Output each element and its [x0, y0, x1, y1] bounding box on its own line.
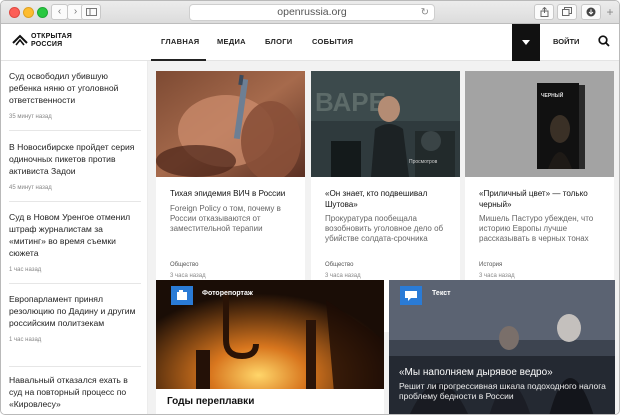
sidebar-icon — [85, 8, 97, 16]
menu-dropdown-button[interactable] — [512, 24, 540, 61]
news-title[interactable]: Суд освободил убившую ребенка няню от уг… — [9, 70, 139, 106]
feature-label: Текст — [432, 290, 451, 297]
chevron-left-icon: ‹ — [57, 6, 62, 17]
tabs-button[interactable] — [557, 4, 577, 20]
text-feature[interactable]: Текст «Мы наполняем дырявое ведро» Решит… — [389, 280, 615, 414]
article-time: 3 часа назад — [170, 273, 206, 279]
article-lead: Мишель Пастуро убежден, что историю Евро… — [479, 214, 594, 243]
news-time: 45 минут назад — [9, 185, 52, 191]
logo-text: ОТКРЫТАЯ РОССИЯ — [31, 33, 72, 49]
close-window-button[interactable] — [9, 7, 20, 18]
download-icon — [586, 7, 596, 17]
news-time: 35 минут назад — [9, 114, 52, 120]
search-icon[interactable] — [598, 35, 610, 47]
minimize-window-button[interactable] — [23, 7, 34, 18]
url-text: openrussia.org — [277, 6, 347, 18]
article-lead: Foreign Policy о том, почему в России от… — [170, 204, 281, 233]
news-item[interactable]: Суд освободил убившую ребенка няню от уг… — [9, 70, 139, 120]
views-overlay: Просмотров — [409, 159, 438, 165]
photo-black-book: ЧЕРНЫЙ — [465, 71, 614, 177]
address-bar[interactable]: openrussia.org ↻ — [189, 4, 435, 21]
feature-title[interactable]: «Мы наполняем дырявое ведро» — [399, 367, 553, 379]
tabs-icon — [562, 7, 572, 16]
sidebar-toggle-button[interactable] — [81, 4, 101, 20]
news-item[interactable]: Европарламент принял резолюцию по Дадину… — [9, 293, 139, 343]
chevron-right-icon: › — [73, 6, 78, 17]
share-icon — [540, 6, 548, 17]
logo-line-1: ОТКРЫТАЯ — [31, 33, 73, 40]
photo-hand-syringe — [156, 71, 305, 177]
news-item[interactable]: В Новосибирске пройдет серия одиночных п… — [9, 141, 139, 191]
divider — [9, 283, 141, 284]
article-title[interactable]: «Приличный цвет» — только черный» — [479, 188, 605, 210]
feature-title[interactable]: Годы переплавки — [167, 396, 254, 407]
photo-label-box — [171, 286, 193, 305]
svg-text:ВАРЕ: ВАРЕ — [315, 87, 386, 117]
article-category[interactable]: История — [479, 262, 502, 268]
photo-musician: ВАРЕ Просмотров — [311, 71, 460, 177]
browser-toolbar: ‹ › openrussia.org ↻ + — [1, 1, 619, 24]
article-category[interactable]: Общество — [170, 262, 199, 268]
feature-title-bar: Годы переплавки — [156, 389, 384, 414]
caret-down-icon — [522, 40, 530, 45]
back-button[interactable]: ‹ — [51, 4, 68, 20]
article-time: 3 часа назад — [479, 273, 515, 279]
news-feed-sidebar: Суд освободил убившую ребенка няню от уг… — [1, 61, 147, 414]
news-title[interactable]: В Новосибирске пройдет серия одиночных п… — [9, 141, 139, 177]
news-title[interactable]: Суд в Новом Уренгое отменил штраф журнал… — [9, 211, 139, 259]
book-title: ЧЕРНЫЙ — [541, 91, 564, 99]
article-time: 3 часа назад — [325, 273, 361, 279]
downloads-button[interactable] — [581, 4, 601, 20]
new-tab-button[interactable]: + — [604, 6, 616, 18]
news-item[interactable]: Навальный отказался ехать в суд на повто… — [9, 374, 139, 410]
speech-bubble-icon — [405, 291, 417, 301]
nav-events[interactable]: СОБЫТИЯ — [312, 37, 353, 46]
site-logo[interactable]: ОТКРЫТАЯ РОССИЯ — [12, 31, 92, 53]
news-title[interactable]: Навальный отказался ехать в суд на повто… — [9, 374, 139, 410]
feature-label: Фоторепортаж — [202, 290, 253, 297]
nav-media[interactable]: МЕДИА — [217, 37, 246, 46]
news-time: 1 час назад — [9, 267, 42, 273]
text-label-box — [400, 286, 422, 305]
plus-icon: + — [606, 5, 614, 19]
article-title[interactable]: Тихая эпидемия ВИЧ в России — [170, 188, 296, 199]
main-content: Тихая эпидемия ВИЧ в России Foreign Poli… — [148, 61, 619, 414]
divider — [9, 130, 141, 131]
news-title[interactable]: Европарламент принял резолюцию по Дадину… — [9, 293, 139, 329]
browser-window: ‹ › openrussia.org ↻ + ОТКРЫТАЯ РОССИЯ Г… — [0, 0, 620, 415]
article-image[interactable] — [156, 71, 305, 177]
reload-icon[interactable]: ↻ — [421, 5, 429, 20]
logo-mark-icon — [12, 34, 28, 46]
feature-lead: Решит ли прогрессивная шкала подоходного… — [399, 381, 606, 401]
article-image[interactable]: ВАРЕ Просмотров — [311, 71, 460, 177]
divider — [9, 201, 141, 202]
photo-report-feature[interactable]: Фоторепортаж Годы переплавки — [156, 280, 384, 414]
article-title[interactable]: «Он знает, кто подвешивал Шутова» — [325, 188, 451, 210]
logo-line-2: РОССИЯ — [31, 41, 63, 48]
article-category[interactable]: Общество — [325, 262, 354, 268]
news-item[interactable]: Суд в Новом Уренгое отменил штраф журнал… — [9, 211, 139, 273]
zoom-window-button[interactable] — [37, 7, 48, 18]
share-button[interactable] — [534, 4, 554, 20]
news-time: 1 час назад — [9, 337, 42, 343]
divider — [9, 366, 141, 367]
login-link[interactable]: ВОЙТИ — [553, 37, 579, 46]
camera-icon — [177, 290, 187, 300]
article-image[interactable]: ЧЕРНЫЙ — [465, 71, 614, 177]
site-header: ОТКРЫТАЯ РОССИЯ ГЛАВНАЯ МЕДИА БЛОГИ СОБЫ… — [1, 24, 619, 61]
article-lead: Прокуратура пообещала возобновить уголов… — [325, 214, 444, 243]
nav-blogs[interactable]: БЛОГИ — [265, 37, 292, 46]
nav-home[interactable]: ГЛАВНАЯ — [161, 37, 199, 46]
